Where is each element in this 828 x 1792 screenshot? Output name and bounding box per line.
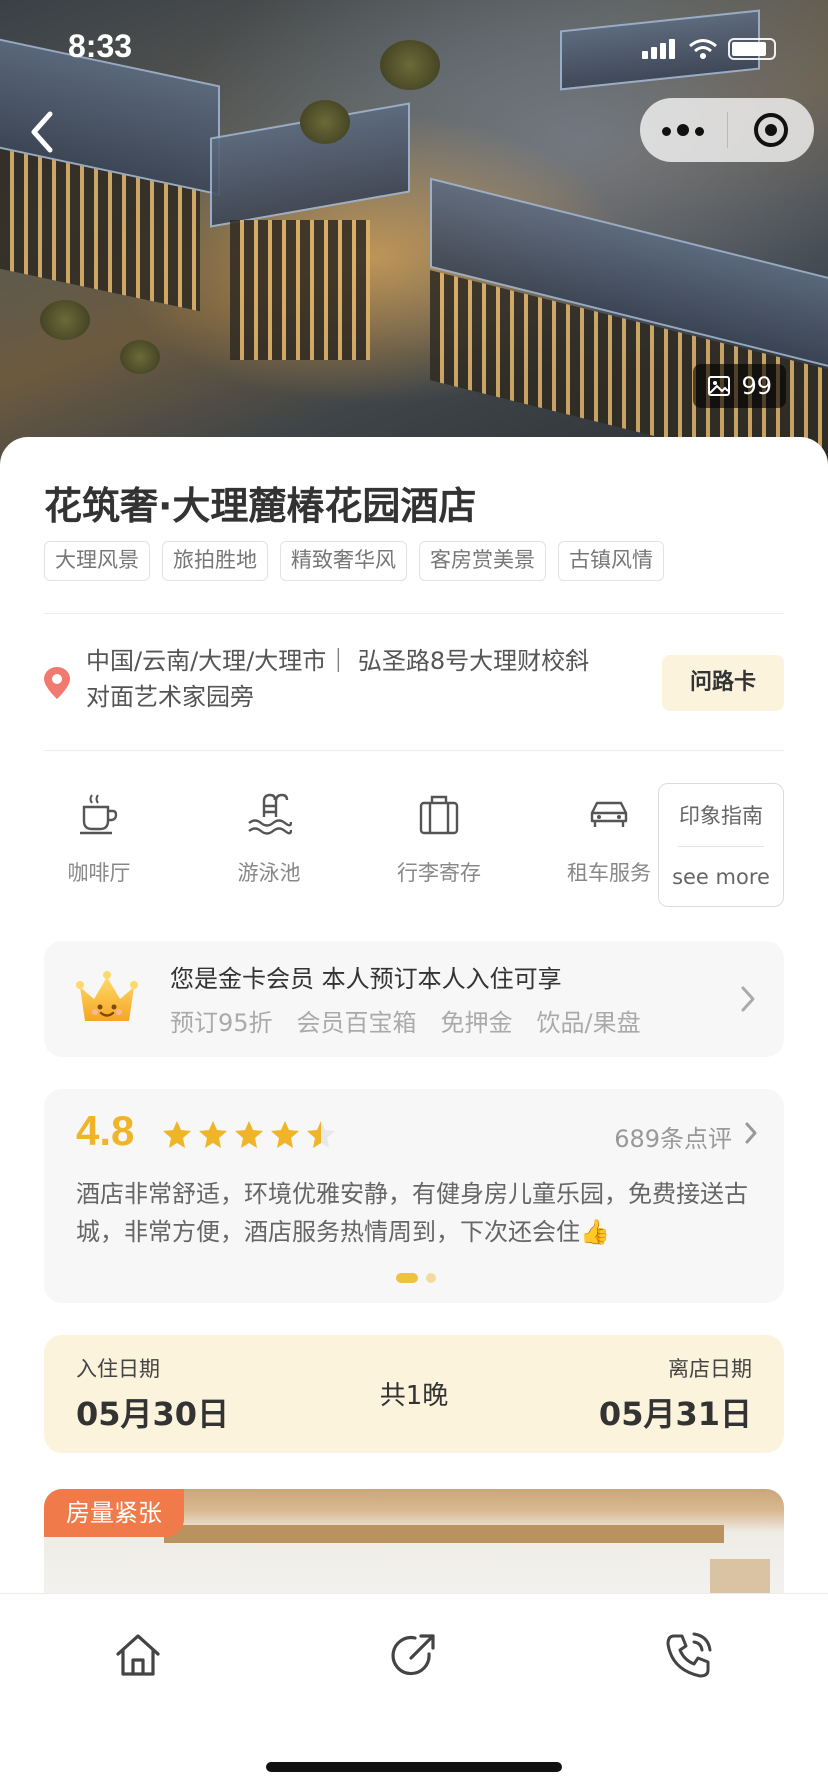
home-indicator [266, 1762, 562, 1772]
hotel-info-card: 花筑奢·大理麓椿花园酒店 大理风景 旅拍胜地 精致奢华风 客房赏美景 古镇风情 … [0, 437, 828, 1597]
review-excerpt: 酒店非常舒适，环境优雅安静，有健身房儿童乐园，免费接送古城，非常方便，酒店服务热… [76, 1180, 748, 1246]
divider [44, 750, 784, 751]
divider [44, 613, 784, 614]
checkout-date: 05月31日 [598, 1395, 752, 1433]
image-icon [708, 376, 731, 396]
facility-label: 游泳池 [237, 861, 301, 885]
review-score: 4.8 [76, 1107, 135, 1154]
rating-stars [162, 1119, 336, 1149]
impression-guide-button[interactable]: 印象指南 see more [658, 783, 784, 907]
facility-label: 行李寄存 [397, 861, 481, 885]
facility-label: 租车服务 [567, 861, 651, 885]
low-availability-badge: 房量紧张 [44, 1489, 184, 1537]
guide-title: 印象指南 [679, 804, 763, 828]
share-icon[interactable] [389, 1630, 439, 1680]
review-count-link[interactable]: 689条点评 [614, 1119, 732, 1154]
crown-icon [76, 971, 138, 1021]
hero-decor [300, 100, 350, 144]
pager-dot-active [396, 1273, 418, 1283]
review-pager [396, 1273, 436, 1283]
stay-dates-selector[interactable]: 入住日期 05月30日 共1晚 离店日期 05月31日 [44, 1335, 784, 1453]
more-dots-icon [659, 121, 707, 140]
member-perk: 会员百宝箱 [296, 1009, 417, 1037]
facility-item[interactable]: 游泳池 [214, 785, 324, 895]
member-perk: 饮品/果盘 [536, 1009, 641, 1037]
star-icon [163, 1121, 191, 1148]
close-miniprogram-button[interactable] [728, 98, 815, 162]
member-perks: 预订95折 会员百宝箱 免押金 饮品/果盘 [170, 1003, 641, 1038]
room-card-image[interactable]: 房量紧张 [44, 1489, 784, 1597]
star-icon [235, 1121, 263, 1148]
facility-list: 咖啡厅 游泳池 行李寄存 租车服务 [44, 785, 664, 895]
luggage-icon [419, 795, 459, 835]
member-perk: 免押金 [440, 1009, 513, 1037]
back-icon[interactable] [22, 108, 62, 156]
phone-icon[interactable] [664, 1630, 714, 1680]
half-star-icon [307, 1121, 335, 1148]
target-icon [753, 113, 788, 147]
signal-icon [642, 39, 678, 59]
tag: 旅拍胜地 [162, 541, 268, 581]
tag: 客房赏美景 [419, 541, 546, 581]
pager-dot [426, 1273, 436, 1283]
facility-label: 咖啡厅 [67, 861, 131, 885]
room-decor [164, 1525, 724, 1543]
facility-item[interactable]: 租车服务 [554, 785, 664, 895]
status-time: 8:33 [68, 28, 133, 64]
coffee-cup-icon [80, 794, 118, 835]
room-decor [710, 1559, 770, 1597]
car-icon [590, 801, 628, 827]
more-menu-button[interactable] [640, 98, 727, 162]
hero-decor [40, 300, 90, 340]
guide-divider [678, 846, 764, 847]
swimming-pool-icon [248, 793, 292, 835]
hero-decor [380, 40, 440, 90]
photo-count-badge[interactable]: 99 [693, 364, 786, 408]
guide-see-more: see more [672, 865, 770, 889]
chevron-right-icon [741, 986, 755, 1012]
status-icons [642, 38, 776, 60]
photo-count: 99 [741, 372, 772, 400]
gold-member-banner[interactable]: 您是金卡会员 本人预订本人入住可享 预订95折 会员百宝箱 免押金 饮品/果盘 [44, 941, 784, 1057]
tag: 大理风景 [44, 541, 150, 581]
hero-decor [230, 220, 370, 360]
hotel-address[interactable]: 中国/云南/大理/大理市｜ 弘圣路8号大理财校斜对面艺术家园旁 [86, 643, 606, 715]
tag: 精致奢华风 [280, 541, 407, 581]
member-title: 您是金卡会员 本人预订本人入住可享 [170, 965, 562, 993]
facility-item[interactable]: 行李寄存 [384, 785, 494, 895]
hero-decor [120, 340, 160, 374]
checkout-label: 离店日期 [668, 1357, 752, 1381]
star-icon [271, 1121, 299, 1148]
chevron-right-icon [745, 1122, 757, 1144]
location-pin-icon [44, 667, 70, 699]
wifi-icon [689, 39, 717, 59]
member-perk: 预订95折 [170, 1009, 273, 1037]
facility-item[interactable]: 咖啡厅 [44, 785, 154, 895]
battery-icon [728, 38, 776, 60]
hotel-name: 花筑奢·大理麓椿花园酒店 [44, 484, 477, 528]
home-icon[interactable] [113, 1630, 163, 1680]
route-card-button[interactable]: 问路卡 [662, 655, 784, 711]
star-icon [199, 1121, 227, 1148]
hotel-hero-image[interactable]: 8:33 99 [0, 0, 828, 470]
review-summary[interactable]: 4.8 689条点评 酒店非常舒适，环境优雅安静，有健身房儿童乐园，免费接送古城… [44, 1089, 784, 1303]
hotel-tags: 大理风景 旅拍胜地 精致奢华风 客房赏美景 古镇风情 [44, 541, 664, 581]
miniprogram-capsule [640, 98, 814, 162]
tag: 古镇风情 [558, 541, 664, 581]
